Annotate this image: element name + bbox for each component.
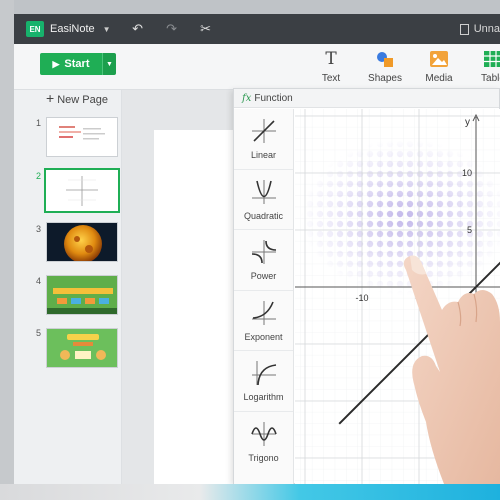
slide-thumbnail[interactable]	[46, 117, 118, 157]
text-tool-button[interactable]: T Text	[306, 48, 356, 84]
function-type-label: Linear	[250, 150, 277, 160]
function-type-logarithm[interactable]: Logarithm	[234, 351, 293, 412]
media-icon	[414, 48, 464, 70]
start-dropdown-button[interactable]: ▼	[102, 53, 116, 75]
device-bezel-bottom	[0, 484, 500, 500]
shapes-icon	[360, 48, 410, 70]
linear-graph-icon	[251, 119, 276, 143]
slide-thumbnail[interactable]	[46, 328, 118, 368]
pointing-hand-image	[403, 255, 500, 484]
document-title[interactable]: Unna	[459, 14, 500, 44]
function-type-label: Quadratic	[243, 210, 284, 221]
function-type-quadratic[interactable]: Quadratic	[234, 170, 293, 230]
app-name[interactable]: EasiNote	[50, 23, 95, 35]
fx-icon: fx	[242, 92, 252, 104]
y-tick-label: 5	[467, 225, 472, 235]
text-tool-label: Text	[321, 73, 341, 84]
slide-number: 5	[36, 328, 42, 338]
redo-icon[interactable]: ↷	[165, 21, 179, 37]
media-tool-button[interactable]: Media	[414, 48, 464, 84]
function-type-label: Logarithm	[243, 392, 284, 402]
table-tool-button[interactable]: Table	[468, 48, 500, 84]
undo-icon[interactable]: ↶	[131, 21, 145, 37]
function-panel-header: fx Function	[234, 89, 499, 108]
trig-graph-icon	[250, 421, 277, 446]
power-graph-icon	[251, 240, 276, 264]
function-type-label: Exponent	[244, 331, 283, 342]
function-type-power[interactable]: Power	[234, 230, 293, 291]
title-bar: EN EasiNote ▼ ↶ ↷ ✂ Unna	[14, 14, 500, 44]
device-bezel-top	[0, 0, 500, 14]
function-type-trigonometric[interactable]: Trigono	[234, 412, 293, 473]
play-icon: ▶	[52, 58, 60, 69]
ribbon-toolbar: ▶ Start ▼ T Text Shapes Media Table	[14, 44, 500, 90]
app-window: EN EasiNote ▼ ↶ ↷ ✂ Unna ▶ Start ▼ T Tex…	[14, 14, 500, 484]
start-button-label: Start	[64, 58, 90, 70]
slide-thumbnail[interactable]	[46, 222, 118, 262]
app-logo: EN	[26, 21, 44, 37]
function-type-list: Linear Quadratic Power Exponent Logarith…	[234, 109, 294, 484]
x-tick-label: -10	[355, 293, 368, 303]
quadratic-graph-icon	[251, 179, 276, 204]
chevron-down-icon[interactable]: ▼	[103, 25, 111, 34]
logarithm-graph-icon	[251, 361, 276, 386]
plus-icon: +	[46, 90, 55, 106]
y-tick-label: 10	[462, 168, 472, 178]
function-panel-title: Function	[254, 92, 293, 104]
scissors-icon[interactable]: ✂	[199, 21, 213, 37]
new-page-button[interactable]: + New Page	[46, 90, 108, 106]
function-type-exponent[interactable]: Exponent	[234, 291, 293, 351]
y-axis-label: y	[465, 117, 470, 128]
slide-number: 1	[36, 118, 42, 128]
text-icon: T	[325, 49, 337, 69]
slide-number: 4	[36, 276, 42, 286]
slide-thumbnail-active[interactable]	[44, 168, 120, 213]
function-type-linear[interactable]: Linear	[234, 109, 293, 170]
exponent-graph-icon	[251, 300, 276, 325]
document-name: Unna	[473, 23, 500, 35]
slide-number: 3	[36, 224, 42, 234]
function-type-label: Trigono	[248, 452, 279, 463]
shapes-tool-button[interactable]: Shapes	[360, 48, 410, 84]
function-type-label: Power	[250, 271, 277, 281]
table-icon	[468, 48, 500, 70]
slide-thumbnail[interactable]	[46, 275, 118, 315]
slide-number: 2	[36, 171, 42, 181]
table-tool-label: Table	[481, 73, 500, 84]
media-tool-label: Media	[425, 73, 453, 84]
start-button-group: ▶ Start ▼	[40, 53, 116, 75]
start-button[interactable]: ▶ Start	[40, 53, 102, 75]
document-icon	[459, 23, 469, 35]
device-bezel-left	[0, 0, 14, 500]
shapes-tool-label: Shapes	[368, 73, 402, 84]
new-page-label: New Page	[57, 94, 108, 106]
